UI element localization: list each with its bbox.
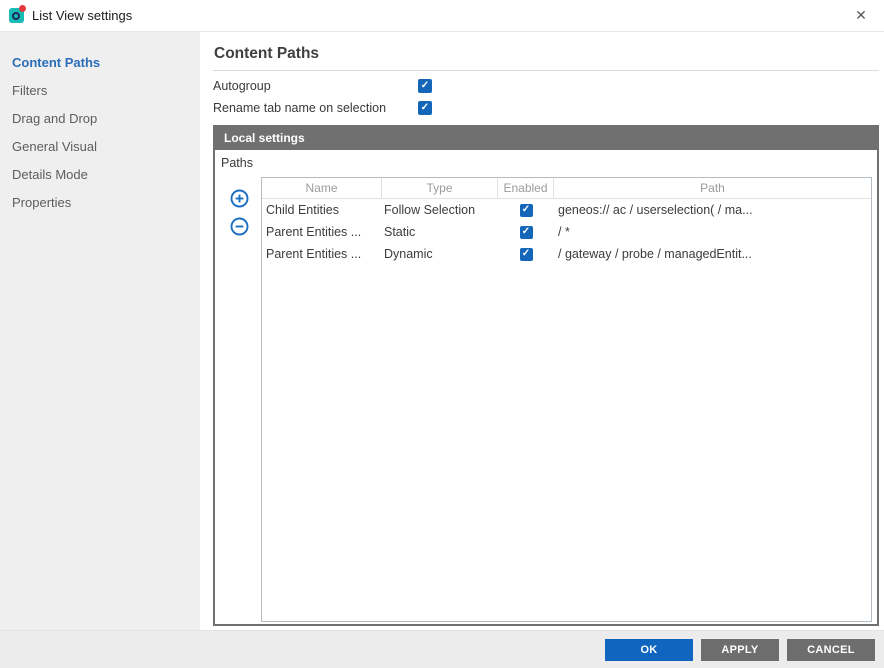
row-enabled-checkbox[interactable] xyxy=(520,204,533,217)
cell-path: geneos:// ac / userselection( / ma... xyxy=(554,203,871,217)
cell-type: Follow Selection xyxy=(382,203,498,217)
cell-path: / * xyxy=(554,225,871,239)
sidebar-item-properties[interactable]: Properties xyxy=(0,189,200,217)
close-icon[interactable]: ✕ xyxy=(838,0,884,32)
dialog-footer: OK APPLY CANCEL xyxy=(0,630,884,668)
sidebar-item-filters[interactable]: Filters xyxy=(0,77,200,105)
autogroup-checkbox[interactable] xyxy=(418,79,432,93)
lens-icon xyxy=(12,12,20,20)
local-settings-header: Local settings xyxy=(215,127,877,150)
column-header-type[interactable]: Type xyxy=(382,178,498,199)
autogroup-label: Autogroup xyxy=(213,79,418,93)
cell-enabled xyxy=(498,248,554,261)
paths-table: Name Type Enabled Path Child Entities Fo… xyxy=(261,177,872,622)
paths-label: Paths xyxy=(218,153,875,177)
ok-button[interactable]: OK xyxy=(605,639,693,661)
minus-icon xyxy=(230,217,249,236)
autogroup-option-row: Autogroup xyxy=(213,79,879,93)
column-header-name[interactable]: Name xyxy=(262,178,382,199)
plus-icon xyxy=(230,189,249,208)
sidebar-item-general-visual[interactable]: General Visual xyxy=(0,133,200,161)
remove-path-button[interactable] xyxy=(230,217,249,236)
sidebar-item-content-paths[interactable]: Content Paths xyxy=(0,49,200,77)
cell-type: Static xyxy=(382,225,498,239)
cell-path: / gateway / probe / managedEntit... xyxy=(554,247,871,261)
cell-enabled xyxy=(498,226,554,239)
add-path-button[interactable] xyxy=(230,189,249,208)
table-empty-area xyxy=(262,265,871,621)
geneos-app-icon xyxy=(9,8,24,23)
sidebar-item-details-mode[interactable]: Details Mode xyxy=(0,161,200,189)
list-view-settings-dialog: List View settings ✕ Content Paths Filte… xyxy=(0,0,884,668)
rename-tab-option-row: Rename tab name on selection xyxy=(213,101,879,115)
cell-enabled xyxy=(498,204,554,217)
paths-table-header: Name Type Enabled Path xyxy=(262,178,871,199)
cell-name: Child Entities xyxy=(262,203,382,217)
settings-nav-sidebar: Content Paths Filters Drag and Drop Gene… xyxy=(0,32,200,630)
paths-table-area: Name Type Enabled Path Child Entities Fo… xyxy=(218,177,875,622)
rename-tab-label: Rename tab name on selection xyxy=(213,101,418,115)
cancel-button[interactable]: CANCEL xyxy=(787,639,875,661)
table-row[interactable]: Child Entities Follow Selection geneos:/… xyxy=(262,199,871,221)
column-header-path[interactable]: Path xyxy=(554,178,871,199)
rename-tab-checkbox[interactable] xyxy=(418,101,432,115)
column-header-enabled[interactable]: Enabled xyxy=(498,178,554,199)
cell-name: Parent Entities ... xyxy=(262,247,382,261)
paths-table-toolbar xyxy=(218,177,261,622)
content-paths-panel: Content Paths Autogroup Rename tab name … xyxy=(200,32,884,630)
sidebar-item-drag-and-drop[interactable]: Drag and Drop xyxy=(0,105,200,133)
cell-type: Dynamic xyxy=(382,247,498,261)
cell-name: Parent Entities ... xyxy=(262,225,382,239)
title-bar: List View settings ✕ xyxy=(0,0,884,32)
row-enabled-checkbox[interactable] xyxy=(520,226,533,239)
table-row[interactable]: Parent Entities ... Dynamic / gateway / … xyxy=(262,243,871,265)
row-enabled-checkbox[interactable] xyxy=(520,248,533,261)
local-settings-group: Local settings Paths xyxy=(213,125,879,626)
window-title: List View settings xyxy=(32,8,132,23)
table-row[interactable]: Parent Entities ... Static / * xyxy=(262,221,871,243)
page-title: Content Paths xyxy=(213,32,879,71)
apply-button[interactable]: APPLY xyxy=(701,639,779,661)
local-settings-body: Paths xyxy=(215,150,877,624)
notification-dot-icon xyxy=(19,5,26,12)
